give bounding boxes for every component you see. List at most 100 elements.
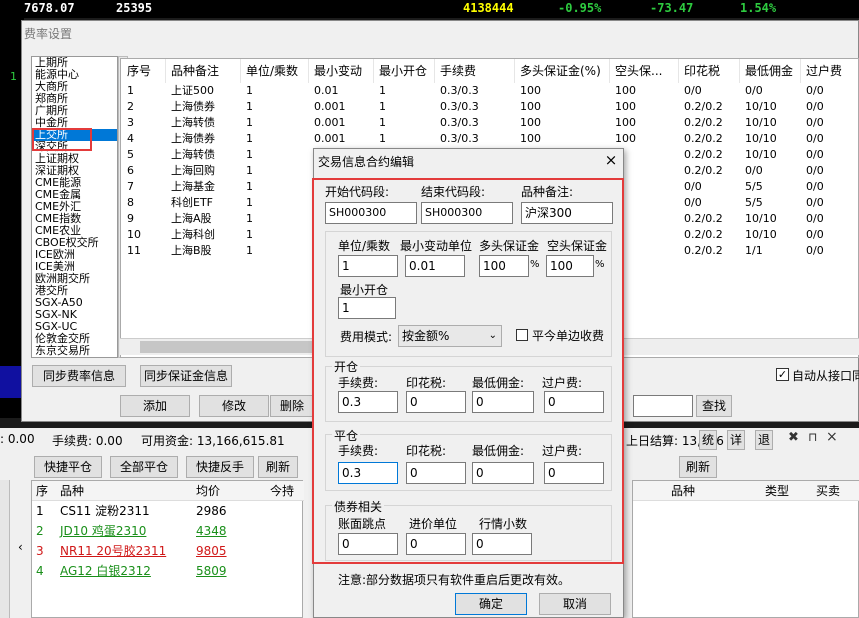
jump-label: 账面跳点 xyxy=(338,517,387,531)
fee-mode-label: 费用模式: xyxy=(340,330,393,344)
table-cell: 10/10 xyxy=(745,148,777,161)
orders-table[interactable]: 品种 类型 买卖 xyxy=(632,480,859,618)
table-cell: 10/10 xyxy=(745,212,777,225)
row-seq: 1 xyxy=(36,504,44,518)
add-button[interactable]: 添加 xyxy=(120,395,190,417)
auto-sync-checkbox[interactable]: ✓ xyxy=(776,368,789,381)
column-header[interactable]: 过户费 xyxy=(806,59,842,83)
positions-table[interactable]: 序 品种 均价 今持 1 CS11 淀粉2311 2986 2 JD10 鸡蛋2310 4… xyxy=(31,480,304,618)
remark-input[interactable]: 沪深300 xyxy=(521,202,613,224)
row-variety: JD10 鸡蛋2310 xyxy=(60,524,147,538)
sync-margin-button[interactable]: 同步保证金信息 xyxy=(140,365,232,387)
table-row[interactable]: 1 CS11 淀粉2311 2986 xyxy=(32,501,304,521)
table-cell: 100 xyxy=(615,132,636,145)
min-open-input[interactable]: 1 xyxy=(338,297,396,319)
column-header[interactable]: 印花税 xyxy=(684,59,720,83)
table-cell: 1 xyxy=(379,84,386,97)
close-fee-label: 手续费: xyxy=(338,444,379,458)
unit-input[interactable]: 1 xyxy=(338,255,398,277)
table-cell: 11 xyxy=(127,244,141,257)
column-header[interactable]: 最小开仓 xyxy=(379,59,427,83)
table-cell: 100 xyxy=(520,100,541,113)
table-row[interactable]: 3 NR11 20号胶2311 9805 xyxy=(32,541,304,561)
column-header[interactable]: 多头保证金(%) xyxy=(520,59,601,83)
open-fee-input[interactable]: 0.3 xyxy=(338,391,398,413)
column-header[interactable]: 空头保... xyxy=(615,59,662,83)
collapse-arrow-icon[interactable]: ‹ xyxy=(18,540,23,554)
row-seq: 3 xyxy=(36,544,44,558)
sync-fee-button[interactable]: 同步费率信息 xyxy=(32,365,126,387)
decimal-input[interactable]: 0 xyxy=(472,533,532,555)
column-header[interactable]: 最小变动 xyxy=(314,59,362,83)
jump-input[interactable]: 0 xyxy=(338,533,398,555)
column-header[interactable]: 最低佣金 xyxy=(745,59,793,83)
column-header[interactable]: 序号 xyxy=(127,59,151,83)
exchange-item[interactable]: 东京交易所 xyxy=(32,345,117,357)
table-cell: 0.3/0.3 xyxy=(440,100,479,113)
close-today-checkbox[interactable] xyxy=(516,329,528,341)
open-stamp-input[interactable]: 0 xyxy=(406,391,466,413)
contract-edit-dialog: 交易信息合约编辑 × 开始代码段: 结束代码段: 品种备注: SH000300 … xyxy=(312,148,624,618)
tick-input[interactable]: 0.01 xyxy=(405,255,465,277)
table-cell: 0.2/0.2 xyxy=(684,164,723,177)
table-cell: 0/0 xyxy=(806,132,824,145)
table-cell: 0/0 xyxy=(806,228,824,241)
ok-button[interactable]: 确定 xyxy=(455,593,527,615)
end-code-input[interactable]: SH000300 xyxy=(421,202,513,224)
mini-button-exit[interactable]: 退 xyxy=(755,430,773,450)
column-header[interactable]: 品种备注 xyxy=(171,59,219,83)
dialog-note: 注意:部分数据项只有软件重启后更改有效。 xyxy=(338,573,571,587)
close-stamp-input[interactable]: 0 xyxy=(406,462,466,484)
quote-value: 1.54% xyxy=(740,1,777,15)
table-cell: 上海回购 xyxy=(171,164,215,177)
table-cell: 1 xyxy=(246,116,253,129)
refresh-button[interactable]: 刷新 xyxy=(258,456,298,478)
start-code-input[interactable]: SH000300 xyxy=(325,202,417,224)
close-icon[interactable]: × xyxy=(826,429,838,445)
tools-icon[interactable]: ✖ xyxy=(788,430,799,445)
open-transfer-input[interactable]: 0 xyxy=(544,391,604,413)
mini-button-stats[interactable]: 统 xyxy=(699,430,717,450)
refresh-button-right[interactable]: 刷新 xyxy=(679,456,717,478)
dialog-close-icon[interactable]: × xyxy=(602,151,620,169)
close-min-comm-input[interactable]: 0 xyxy=(472,462,534,484)
close-transfer-input[interactable]: 0 xyxy=(544,462,604,484)
table-cell: 0/0 xyxy=(745,164,763,177)
table-cell: 5 xyxy=(127,148,134,161)
mini-button-detail[interactable]: 详 xyxy=(727,430,745,450)
table-row[interactable]: 4 AG12 白银2312 5809 xyxy=(32,561,304,581)
fee-mode-select[interactable]: 按金额% ⌄ xyxy=(398,325,502,347)
side-scroll[interactable] xyxy=(0,480,10,618)
short-margin-input[interactable]: 100 xyxy=(546,255,594,277)
table-cell: 上海B股 xyxy=(171,244,212,257)
table-cell: 0/0 xyxy=(806,180,824,193)
close-all-button[interactable]: 全部平仓 xyxy=(110,456,178,478)
pin-icon[interactable]: ⊓ xyxy=(808,430,817,444)
quote-value: 7678.07 xyxy=(24,1,75,15)
table-cell: 5/5 xyxy=(745,180,763,193)
table-row[interactable]: 2 JD10 鸡蛋2310 4348 xyxy=(32,521,304,541)
table-cell: 3 xyxy=(127,116,134,129)
table-cell: 100 xyxy=(615,100,636,113)
table-cell: 1 xyxy=(246,212,253,225)
precision-input[interactable]: 0 xyxy=(406,533,466,555)
quick-close-button[interactable]: 快捷平仓 xyxy=(34,456,102,478)
cancel-button[interactable]: 取消 xyxy=(539,593,611,615)
search-input[interactable] xyxy=(633,395,693,417)
close-transfer-label: 过户费: xyxy=(542,444,583,458)
table-cell: 上海债券 xyxy=(171,132,215,145)
search-button[interactable]: 查找 xyxy=(696,395,732,417)
close-fee-input[interactable]: 0.3 xyxy=(338,462,398,484)
exchange-list[interactable]: 上期所 能源中心 大商所 郑商所 广期所 中金所 上交所 深交所 上证期权 深证期权 CME能源 CM… xyxy=(31,56,118,358)
table-cell: 1 xyxy=(246,84,253,97)
quote-value: 25395 xyxy=(116,1,153,15)
modify-button[interactable]: 修改 xyxy=(199,395,269,417)
column-header[interactable]: 手续费 xyxy=(440,59,476,83)
table-cell: 1 xyxy=(246,100,253,113)
table-cell: 科创ETF xyxy=(171,196,213,209)
column-header[interactable]: 单位/乘数 xyxy=(246,59,298,83)
long-margin-input[interactable]: 100 xyxy=(479,255,529,277)
open-min-comm-input[interactable]: 0 xyxy=(472,391,534,413)
delete-button[interactable]: 删除 xyxy=(270,395,314,417)
quick-reverse-button[interactable]: 快捷反手 xyxy=(186,456,254,478)
